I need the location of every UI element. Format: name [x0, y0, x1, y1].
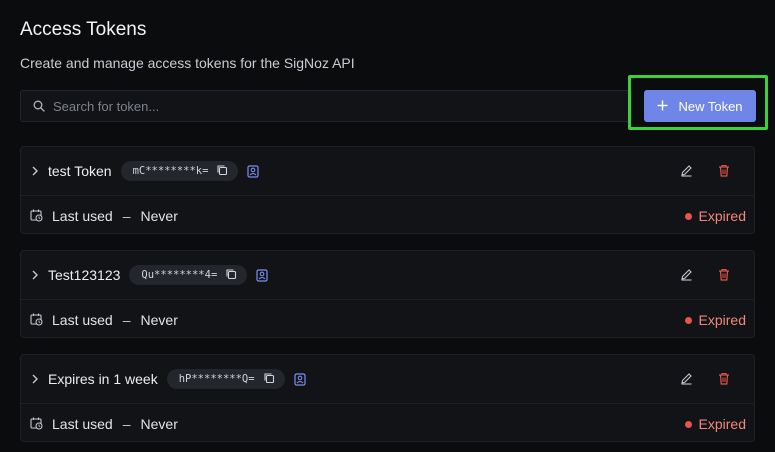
last-used-label: Last used — [52, 311, 113, 328]
masked-token-text: Qu********4= — [141, 269, 218, 281]
calendar-clock-icon — [30, 313, 44, 327]
token-card: test Token mC********k= Last used – Neve… — [20, 146, 755, 234]
search-input[interactable] — [51, 97, 615, 115]
chevron-right-icon[interactable] — [31, 373, 43, 385]
page-title: Access Tokens — [20, 19, 147, 40]
separator: – — [122, 311, 131, 328]
token-masked-value: mC********k= — [120, 161, 239, 181]
token-card: Test123123 Qu********4= Last used – Neve… — [20, 250, 755, 338]
calendar-clock-icon — [30, 417, 44, 431]
new-token-button[interactable]: New Token — [644, 90, 756, 122]
separator: – — [122, 415, 131, 432]
delete-icon[interactable] — [716, 266, 732, 282]
last-used-value: Never — [140, 311, 178, 328]
search-icon — [33, 99, 47, 113]
search-box[interactable] — [20, 90, 632, 122]
new-token-label: New Token — [678, 98, 743, 114]
edit-icon[interactable] — [678, 266, 694, 282]
last-used-value: Never — [140, 415, 178, 432]
masked-token-text: hP********Q= — [178, 373, 255, 385]
last-used-label: Last used — [52, 415, 113, 432]
plus-icon — [657, 99, 668, 114]
status-text: Expired — [698, 208, 746, 224]
copy-icon[interactable] — [216, 164, 228, 179]
copy-icon[interactable] — [225, 268, 237, 283]
role-badge-icon — [247, 164, 261, 178]
chevron-right-icon[interactable] — [31, 269, 43, 281]
status-badge: Expired — [684, 208, 746, 224]
status-text: Expired — [698, 416, 746, 432]
masked-token-text: mC********k= — [132, 165, 209, 177]
token-card: Expires in 1 week hP********Q= Last used… — [20, 354, 755, 442]
token-masked-value: Qu********4= — [129, 265, 248, 285]
last-used-label: Last used — [52, 207, 113, 224]
page-subtitle: Create and manage access tokens for the … — [20, 55, 355, 71]
last-used-value: Never — [140, 207, 178, 224]
calendar-clock-icon — [30, 209, 44, 223]
edit-icon[interactable] — [678, 162, 694, 178]
status-badge: Expired — [684, 312, 746, 328]
status-dot — [684, 420, 692, 428]
delete-icon[interactable] — [716, 162, 732, 178]
status-dot — [684, 212, 692, 220]
status-text: Expired — [698, 312, 746, 328]
token-name: Test123123 — [48, 267, 121, 283]
edit-icon[interactable] — [678, 370, 694, 386]
status-dot — [684, 316, 692, 324]
token-name: test Token — [48, 163, 112, 179]
delete-icon[interactable] — [716, 370, 732, 386]
role-badge-icon — [293, 372, 308, 386]
token-masked-value: hP********Q= — [166, 369, 285, 389]
chevron-right-icon[interactable] — [31, 165, 43, 177]
role-badge-icon — [256, 268, 270, 282]
token-name: Expires in 1 week — [48, 371, 158, 387]
copy-icon[interactable] — [263, 372, 275, 387]
status-badge: Expired — [684, 416, 746, 432]
separator: – — [122, 207, 131, 224]
